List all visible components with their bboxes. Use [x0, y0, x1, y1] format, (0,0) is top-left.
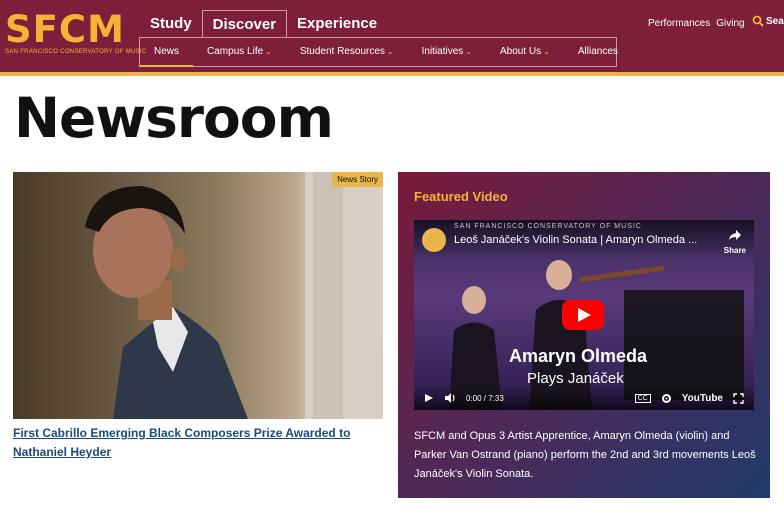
chevron-down-icon: ⌄ — [386, 47, 394, 56]
video-player[interactable]: SAN FRANCISCO CONSERVATORY OF MUSIC Leoš… — [414, 220, 754, 410]
chevron-down-icon: ⌄ — [465, 47, 473, 56]
news-headline-link[interactable]: First Cabrillo Emerging Black Composers … — [13, 424, 353, 462]
cc-button[interactable]: CC — [634, 393, 651, 403]
utility-links: Performances Giving — [648, 18, 745, 29]
featured-video-title: Featured Video — [414, 189, 508, 204]
secondary-nav: News Campus Life ⌄ Student Resources ⌄ Ini… — [139, 37, 618, 67]
video-channel-text: SAN FRANCISCO CONSERVATORY OF MUSIC — [454, 223, 642, 230]
subnav-campus-life[interactable]: Campus Life ⌄ — [193, 38, 286, 66]
news-story-image[interactable]: News Story — [13, 172, 383, 419]
page-title: Newsroom — [14, 86, 334, 150]
gear-icon[interactable] — [661, 393, 672, 404]
nav-discover[interactable]: Discover — [201, 10, 288, 38]
subnav-alliances[interactable]: Alliances — [564, 38, 632, 66]
primary-nav: Study Discover Experience — [140, 10, 387, 38]
video-time: 0:00 / 7:33 — [466, 393, 504, 403]
subnav-initiatives[interactable]: Initiatives ⌄ — [408, 38, 486, 66]
share-icon — [728, 230, 741, 240]
share-label: Share — [723, 246, 746, 255]
subnav-news[interactable]: News — [140, 38, 194, 67]
play-icon[interactable] — [424, 393, 434, 403]
site-header: SFCM SAN FRANCISCO CONSERVATORY OF MUSIC… — [0, 0, 784, 76]
volume-icon[interactable] — [444, 393, 456, 403]
portrait-illustration — [85, 172, 383, 419]
video-controls: 0:00 / 7:33 CC YouTube — [414, 386, 754, 410]
chevron-down-icon: ⌄ — [265, 47, 272, 56]
chevron-down-icon: ⌄ — [543, 47, 550, 56]
logo-text: SFCM — [5, 8, 125, 51]
performances-link[interactable]: Performances — [648, 18, 710, 29]
video-overlay-name: Amaryn Olmeda — [509, 346, 648, 366]
channel-avatar[interactable] — [422, 228, 446, 252]
featured-video-description: SFCM and Opus 3 Artist Apprentice, Amary… — [414, 430, 756, 480]
giving-link[interactable]: Giving — [716, 18, 744, 29]
video-overlay-subtitle: Plays Janáček — [527, 370, 624, 387]
search-icon — [752, 15, 764, 27]
nav-study[interactable]: Study — [140, 10, 202, 38]
video-title[interactable]: Leoš Janáček's Violin Sonata | Amaryn Ol… — [454, 234, 697, 246]
featured-video-panel: Featured Video SAN FRANCISCO CONSERVATOR… — [398, 172, 770, 498]
search-label: Sea — [766, 15, 784, 27]
nav-experience[interactable]: Experience — [287, 10, 387, 38]
subnav-student-resources[interactable]: Student Resources ⌄ — [286, 38, 408, 66]
youtube-logo[interactable]: YouTube — [682, 393, 723, 404]
logo-subtitle: SAN FRANCISCO CONSERVATORY OF MUSIC — [5, 49, 147, 55]
fullscreen-icon[interactable] — [733, 392, 744, 404]
share-button[interactable]: Share — [724, 228, 746, 255]
subnav-about-us[interactable]: About Us ⌄ — [486, 38, 564, 66]
sfcm-logo[interactable]: SFCM SAN FRANCISCO CONSERVATORY OF MUSIC — [5, 8, 147, 55]
play-button[interactable] — [562, 300, 604, 330]
search-button[interactable]: Sea — [752, 15, 784, 27]
news-story-badge: News Story — [332, 172, 383, 187]
